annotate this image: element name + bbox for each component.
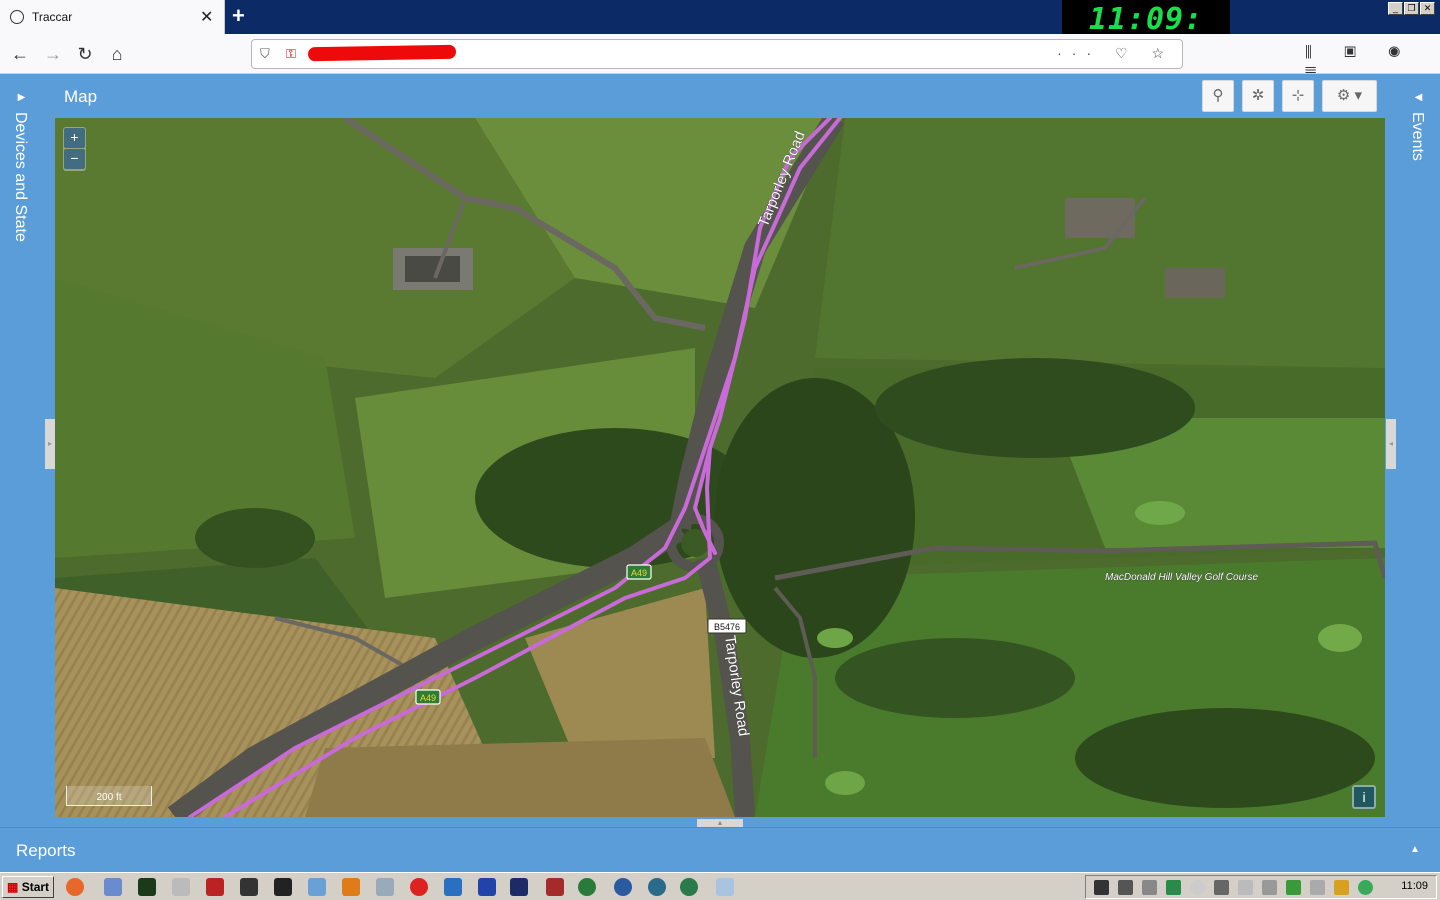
expand-left-icon[interactable]: ◀ bbox=[1397, 92, 1440, 103]
traccar-app: ▶ Devices and State Map ⚲ ✲ ⊹ ⚙ ▾ Tarpor… bbox=[0, 74, 1440, 872]
a49-shield-2-label: A49 bbox=[420, 693, 436, 703]
tray-antivirus-icon[interactable] bbox=[1094, 880, 1109, 895]
satellite-map[interactable]: Tarporley Road Tarporley Road A49 A49 B5… bbox=[55, 118, 1385, 817]
devices-panel-collapsed[interactable]: ▶ Devices and State bbox=[0, 74, 43, 826]
start-label: Start bbox=[21, 880, 50, 894]
app-orange-icon[interactable] bbox=[342, 878, 360, 896]
tray-lock-icon[interactable] bbox=[1142, 880, 1157, 895]
globe-icon-4[interactable] bbox=[680, 878, 698, 896]
expand-right-icon[interactable]: ▶ bbox=[0, 92, 43, 103]
golf-course-label: MacDonald Hill Valley Golf Course bbox=[1105, 572, 1258, 583]
zoom-in-button[interactable]: + bbox=[64, 128, 85, 148]
gear-icon: ⚙ ▾ bbox=[1336, 87, 1363, 104]
scale-bar: 200 ft bbox=[66, 786, 152, 806]
tray-shield-icon[interactable] bbox=[1166, 880, 1181, 895]
browser-tab[interactable]: Traccar ✕ bbox=[0, 0, 225, 34]
restore-window-button[interactable]: ❐ bbox=[1404, 2, 1419, 15]
browser-toolbar-icons[interactable]: ⫼ ▣ ◉ ☰ bbox=[1305, 44, 1440, 78]
new-tab-button[interactable]: + bbox=[232, 3, 245, 29]
events-label[interactable]: Events bbox=[1408, 112, 1426, 161]
document-icon[interactable] bbox=[376, 878, 394, 896]
tracking-shield-icon[interactable]: ⛉ bbox=[260, 46, 270, 62]
zoom-control: + − bbox=[63, 127, 86, 171]
tab-close-icon[interactable]: ✕ bbox=[200, 7, 213, 27]
follow-button[interactable]: ✲ bbox=[1242, 80, 1274, 112]
a49-shield-2: A49 bbox=[415, 689, 441, 705]
back-button[interactable]: ← bbox=[8, 42, 32, 66]
expand-up-icon[interactable]: ▲ bbox=[1410, 844, 1420, 855]
tray-app-icon[interactable] bbox=[1118, 880, 1133, 895]
bug-icon[interactable] bbox=[206, 878, 224, 896]
tray-network-icon[interactable] bbox=[1262, 880, 1277, 895]
tray-clock-icon[interactable] bbox=[1190, 880, 1205, 895]
a49-shield-1: A49 bbox=[626, 564, 652, 580]
monitor-app-icon[interactable] bbox=[510, 878, 528, 896]
reload-button[interactable]: ↻ bbox=[73, 42, 97, 66]
file-manager-icon[interactable] bbox=[104, 878, 122, 896]
events-panel-collapsed[interactable]: ◀ Events bbox=[1397, 74, 1440, 826]
sail-app-icon[interactable] bbox=[546, 878, 564, 896]
redacted-url bbox=[307, 44, 457, 62]
network-icon[interactable] bbox=[308, 878, 326, 896]
map-panel: Map ⚲ ✲ ⊹ ⚙ ▾ Tarporley Road Tarporley R… bbox=[55, 74, 1385, 819]
close-window-button[interactable]: ✕ bbox=[1420, 2, 1435, 15]
firefox-icon[interactable] bbox=[66, 878, 84, 896]
antivirus-icon[interactable] bbox=[240, 878, 258, 896]
left-panel-splitter[interactable]: ▸ bbox=[45, 419, 55, 469]
attribution-info-button[interactable]: i bbox=[1352, 785, 1376, 809]
right-panel-splitter[interactable]: ◂ bbox=[1386, 419, 1396, 469]
map-settings-dropdown[interactable]: ⚙ ▾ bbox=[1322, 80, 1377, 112]
geofence-icon: ⚲ bbox=[1212, 87, 1224, 104]
show-current-location-button[interactable]: ⊹ bbox=[1282, 80, 1314, 112]
b5476-shield-label: B5476 bbox=[714, 622, 740, 632]
tray-clock[interactable]: 11:09 bbox=[1401, 880, 1428, 892]
reports-label[interactable]: Reports bbox=[16, 841, 76, 861]
geofences-button[interactable]: ⚲ bbox=[1202, 80, 1234, 112]
tray-flag-icon[interactable] bbox=[1238, 880, 1253, 895]
browser-nav-bar: ← → ↻ ⌂ ⛉ ⚿ ··· ♡ ☆ ⫼ ▣ ◉ ☰ bbox=[0, 34, 1440, 78]
home-button[interactable]: ⌂ bbox=[105, 42, 129, 66]
v2-app-icon[interactable] bbox=[444, 878, 462, 896]
browser-tab-bar: Traccar ✕ + 11:09: 13 _ ❐ ✕ bbox=[0, 0, 1440, 77]
bottom-panel-splitter[interactable]: ▴ bbox=[697, 819, 743, 827]
windows-logo-icon: ▦ bbox=[7, 880, 19, 894]
tab-title: Traccar bbox=[32, 10, 73, 24]
reports-panel-collapsed[interactable]: Reports ▲ bbox=[0, 827, 1440, 872]
map-imagery: Tarporley Road Tarporley Road A49 A49 B5… bbox=[55, 118, 1385, 817]
b5476-shield: B5476 bbox=[707, 618, 747, 634]
a49-shield-1-label: A49 bbox=[631, 568, 647, 578]
paw-icon: ✲ bbox=[1251, 87, 1265, 104]
crosshair-icon: ⊹ bbox=[1291, 87, 1305, 104]
insecure-lock-icon[interactable]: ⚿ bbox=[286, 46, 296, 62]
windows-taskbar: ▦ Start 11:09 bbox=[0, 872, 1440, 900]
zoom-out-button[interactable]: − bbox=[64, 149, 85, 169]
map-header: Map ⚲ ✲ ⊹ ⚙ ▾ bbox=[55, 74, 1385, 118]
start-button[interactable]: ▦ Start bbox=[2, 876, 54, 898]
opera-icon[interactable] bbox=[410, 878, 428, 896]
grid-app-icon[interactable] bbox=[138, 878, 156, 896]
system-tray: 11:09 bbox=[1085, 875, 1437, 899]
globe-icon-2[interactable] bbox=[614, 878, 632, 896]
devices-and-state-label[interactable]: Devices and State bbox=[11, 112, 29, 242]
minimize-window-button[interactable]: _ bbox=[1388, 2, 1403, 15]
url-bar[interactable]: ⛉ ⚿ ··· ♡ ☆ bbox=[251, 39, 1183, 69]
url-actions[interactable]: ··· ♡ ☆ bbox=[1057, 45, 1174, 62]
globe-icon-1[interactable] bbox=[578, 878, 596, 896]
traccar-favicon-icon bbox=[10, 10, 24, 24]
tray-tools-icon[interactable] bbox=[1214, 880, 1229, 895]
chart-app-icon[interactable] bbox=[478, 878, 496, 896]
tray-update-icon[interactable] bbox=[1334, 880, 1349, 895]
globe-icon-3[interactable] bbox=[648, 878, 666, 896]
tray-sync-icon[interactable] bbox=[1358, 880, 1373, 895]
tray-volume-icon[interactable] bbox=[1310, 880, 1325, 895]
notes-icon[interactable] bbox=[716, 878, 734, 896]
forward-button[interactable]: → bbox=[41, 42, 65, 66]
map-title: Map bbox=[64, 87, 98, 106]
tray-check-icon[interactable] bbox=[1286, 880, 1301, 895]
terminal-icon[interactable] bbox=[274, 878, 292, 896]
transfer-icon[interactable] bbox=[172, 878, 190, 896]
